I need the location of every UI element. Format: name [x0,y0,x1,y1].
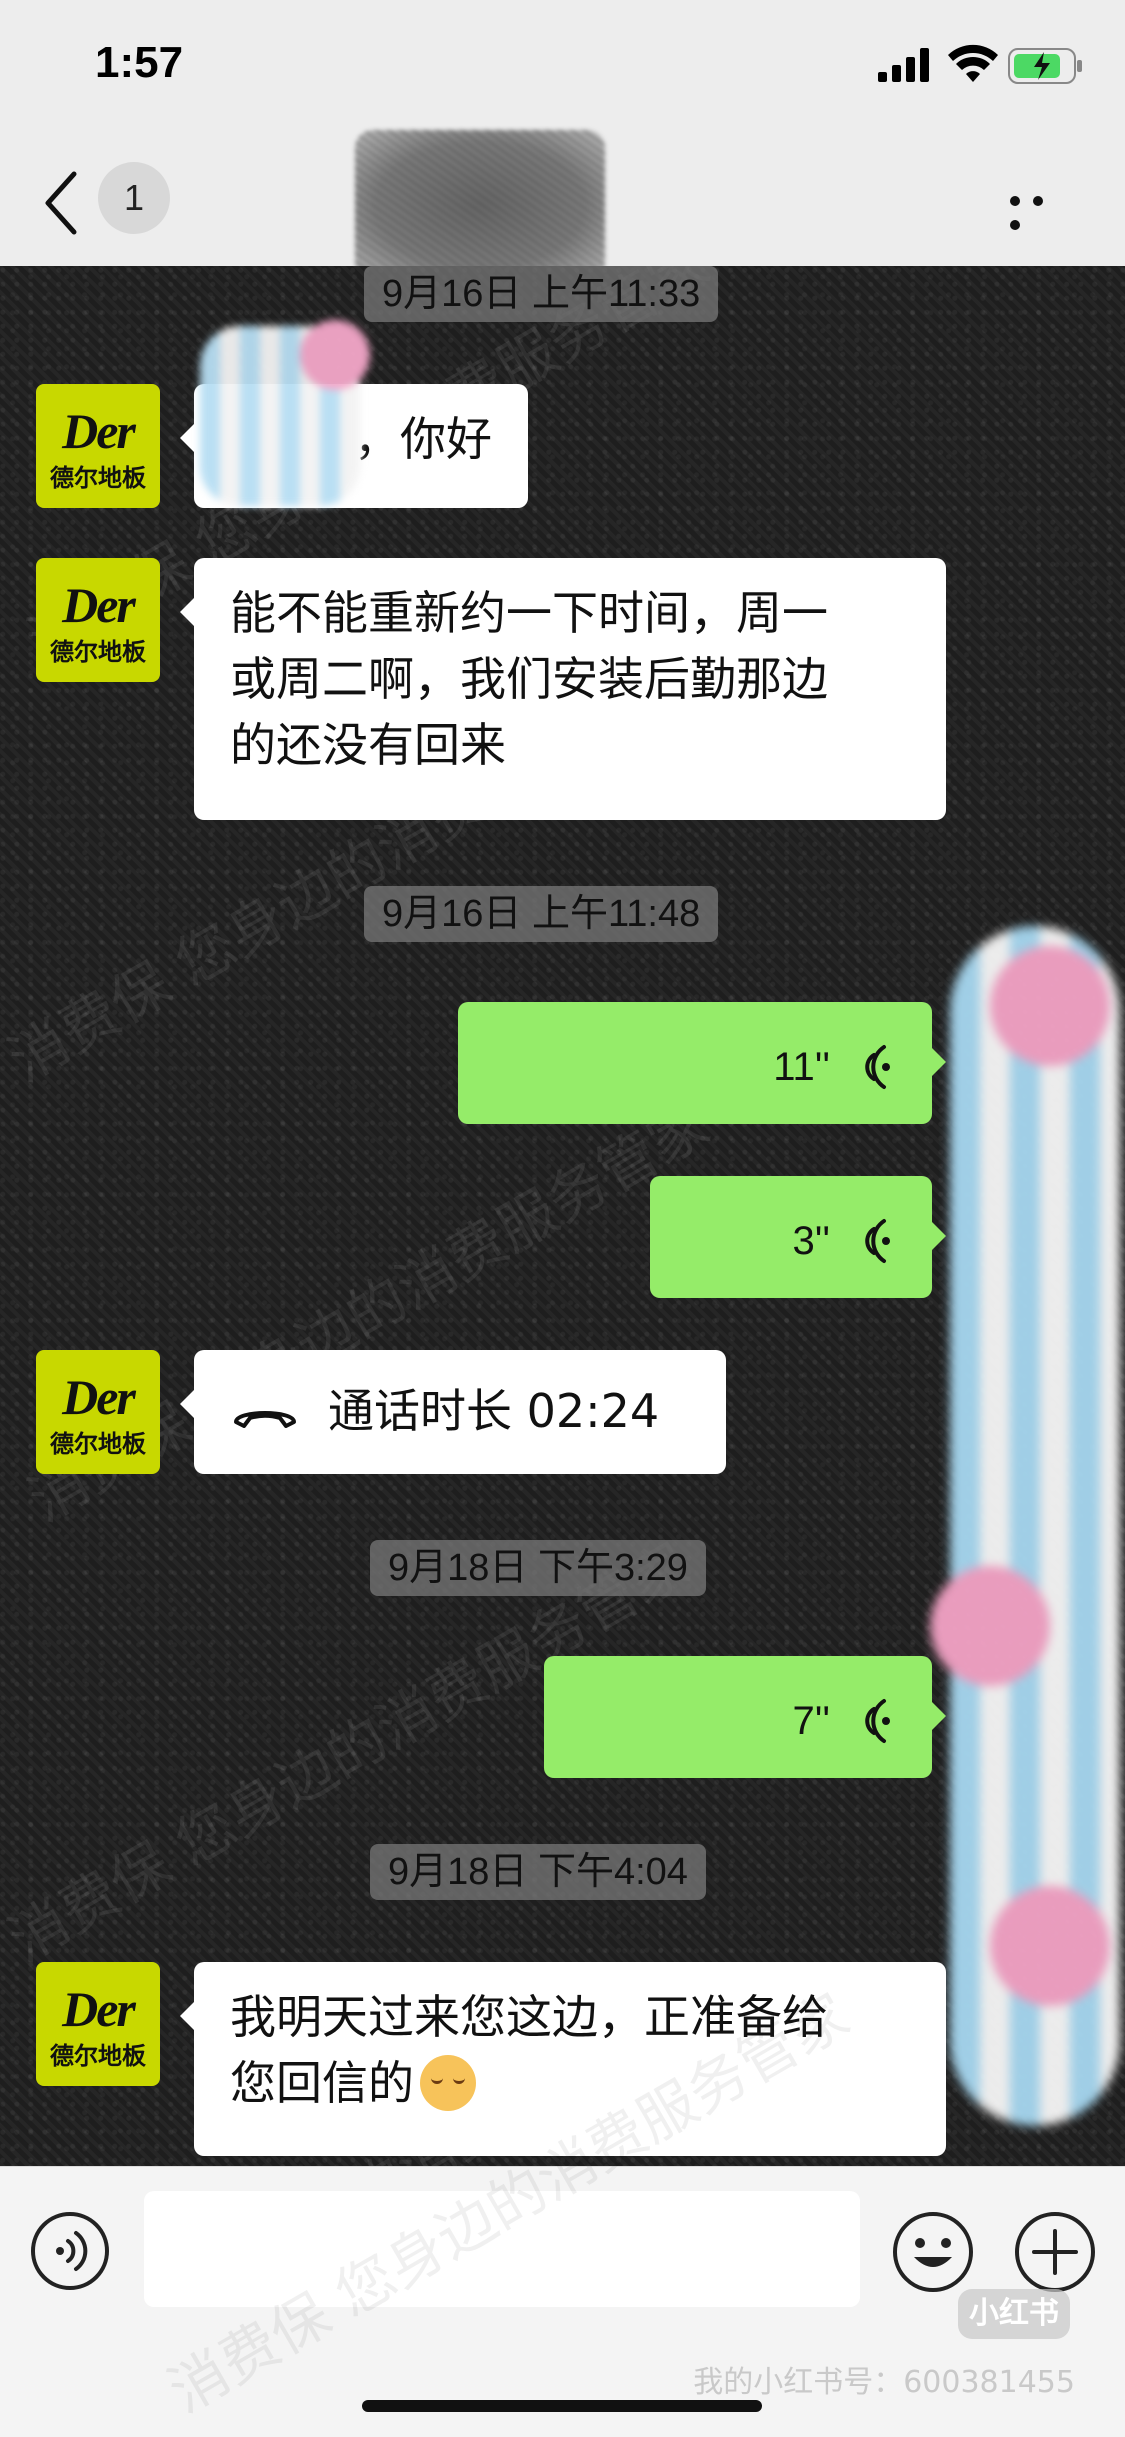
voice-duration: 7'' [792,1698,830,1743]
avatar-brand: Der [62,577,136,633]
message-text-line: 的还没有回来 [230,718,506,772]
chat-header: 1 [0,130,1125,280]
emoji-icon [893,2212,973,2292]
flower-sticker [930,1566,1050,1686]
timestamp: 9月18日 下午4:04 [370,1844,706,1900]
voice-message-outgoing[interactable]: 11'' [458,1002,946,1124]
avatar-brand-sub: 德尔地板 [50,464,146,492]
voice-wave-icon [865,1218,890,1263]
sticker-decoration [200,320,370,506]
avatar-brand: Der [62,1981,136,2037]
message-text-line: 能不能重新约一下时间，周一 [230,586,828,640]
timestamp: 9月16日 上午11:33 [364,266,719,322]
timestamp: 9月16日 上午11:48 [364,886,719,942]
timestamp: 9月18日 下午3:29 [370,1540,706,1596]
input-bar: 消费保 您身边的消费服务管家 小红书 我的小红书号：600381455 [0,1981,1125,2437]
more-icon [1010,196,1020,206]
chevron-left-icon [45,171,77,235]
status-bar: 1:57 [0,0,1125,140]
voice-message-outgoing[interactable]: 3'' [650,1176,946,1298]
message-text: ，你好 [354,412,492,466]
plus-icon [1015,2212,1095,2292]
flower-sticker [300,320,370,390]
avatar[interactable]: Der 德尔地板 [36,384,160,508]
status-time: 1:57 [95,38,184,87]
wifi-icon [948,44,998,82]
avatar-brand-sub: 德尔地板 [50,638,146,666]
avatar[interactable]: Der 德尔地板 [36,558,160,682]
call-duration-text: 通话时长 02:24 [328,1384,660,1438]
back-button[interactable] [40,168,100,238]
battery-icon [1008,48,1082,84]
flower-sticker [990,1886,1110,2006]
signal-icon [878,48,929,82]
message-text-line: 您回信的 [230,2056,414,2110]
voice-duration: 3'' [792,1218,830,1263]
avatar-brand-sub: 德尔地板 [50,2042,146,2070]
chat-title-redacted [355,130,605,280]
avatar[interactable]: Der 德尔地板 [36,1350,160,1474]
phone-hangup-icon [234,1410,296,1428]
message-bubble-incoming[interactable]: 我明天过来您这边，正准备给 您回信的 [180,1962,946,2156]
voice-duration: 11'' [773,1044,830,1089]
shy-face-emoji-icon [420,2054,476,2111]
voice-input-icon [31,2212,109,2290]
voice-toggle-button[interactable] [30,2211,110,2291]
voice-wave-icon [865,1698,890,1743]
add-button[interactable] [1014,2211,1096,2293]
avatar[interactable]: Der 德尔地板 [36,1962,160,2086]
voice-message-outgoing[interactable]: 7'' [544,1656,946,1778]
voice-wave-icon [865,1044,890,1089]
message-text-line-wrapper: 您回信的 [230,2050,910,2116]
chat-message-list[interactable]: 消费保 您身边的消费服务管家 消费保 您身边的消费服务管家 消费保 您身边的消费… [0,266,1125,2166]
call-record-bubble[interactable]: 通话时长 02:24 [180,1350,726,1474]
more-button[interactable] [1010,186,1074,230]
home-indicator[interactable] [362,2400,762,2412]
message-text-line: 或周二啊，我们安装后勤那边 [230,652,828,706]
flower-sticker [990,946,1110,1066]
xiaohongshu-account-id: 我的小红书号：600381455 [693,2365,1075,2400]
sticker-decoration [930,926,1120,2126]
avatar-brand: Der [62,1369,136,1425]
xiaohongshu-logo: 小红书 [958,2289,1070,2339]
avatar-brand: Der [62,403,136,459]
avatar-brand-sub: 德尔地板 [50,1430,146,1458]
unread-count-badge[interactable]: 1 [98,162,170,234]
message-bubble-incoming[interactable]: 能不能重新约一下时间，周一 或周二啊，我们安装后勤那边 的还没有回来 [180,558,946,820]
emoji-button[interactable] [892,2211,974,2293]
message-text-line: 我明天过来您这边，正准备给 [230,1990,828,2044]
message-input[interactable] [144,2191,860,2307]
